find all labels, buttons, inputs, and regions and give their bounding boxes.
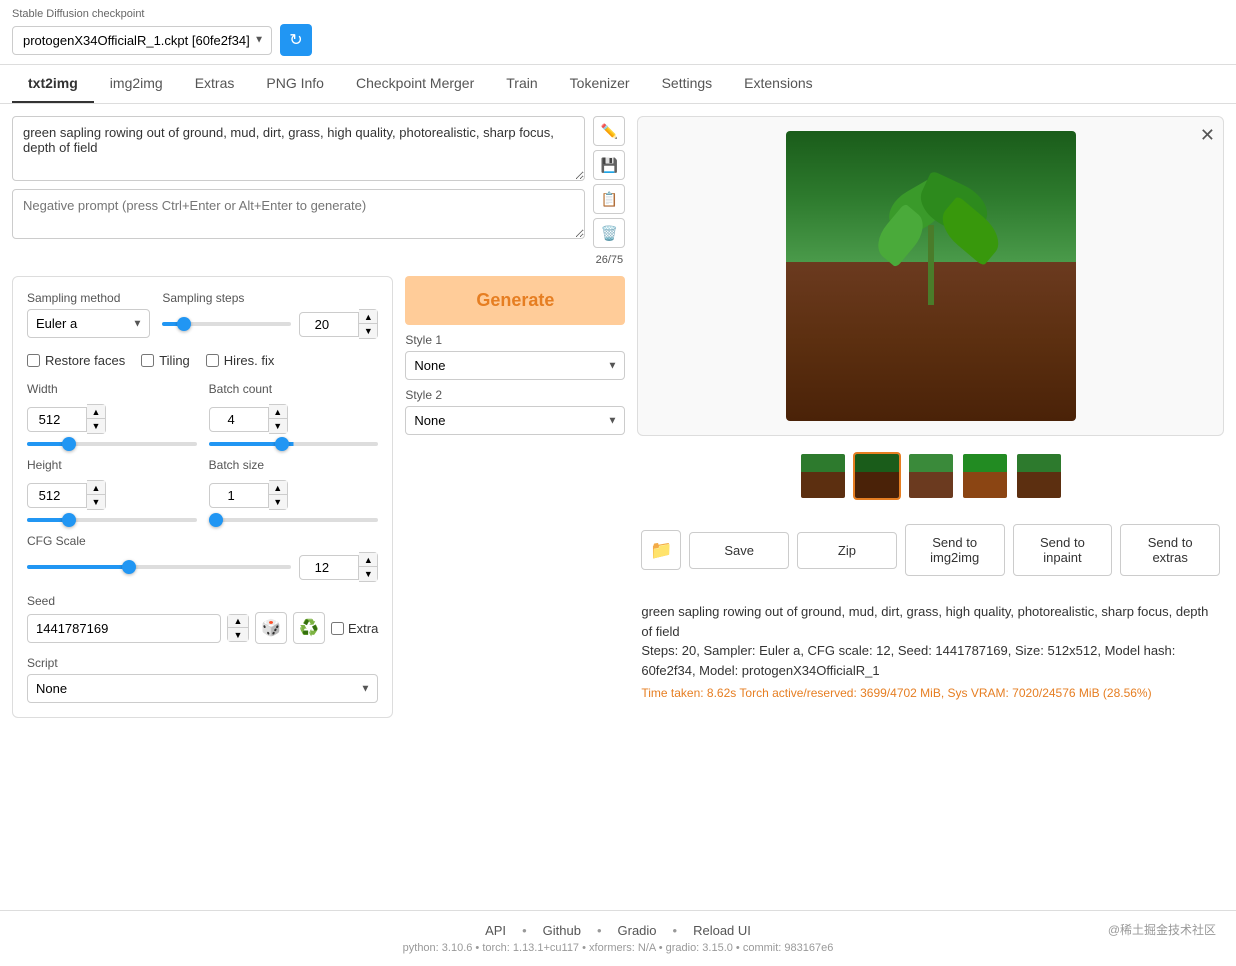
timing-info: Time taken: 8.62s Torch active/reserved:… bbox=[641, 684, 1220, 702]
batch-size-input[interactable] bbox=[209, 483, 269, 508]
checkpoint-label: Stable Diffusion checkpoint bbox=[12, 8, 1224, 20]
height-slider[interactable] bbox=[27, 518, 197, 522]
folder-icon: 📁 bbox=[650, 540, 672, 561]
footer-brand: @稀土掘金技术社区 bbox=[1108, 921, 1216, 938]
seed-down-button[interactable]: ▼ bbox=[228, 628, 248, 641]
restore-faces-checkbox[interactable]: Restore faces bbox=[27, 353, 125, 368]
sampling-method-label: Sampling method bbox=[27, 291, 150, 305]
image-details: Steps: 20, Sampler: Euler a, CFG scale: … bbox=[641, 641, 1220, 680]
batch-count-input[interactable] bbox=[209, 407, 269, 432]
seed-up-button[interactable]: ▲ bbox=[228, 615, 248, 628]
zip-button[interactable]: Zip bbox=[797, 532, 897, 569]
action-buttons: 📁 Save Zip Send to img2img Send to inpai… bbox=[637, 516, 1224, 584]
extra-seed-checkbox[interactable]: Extra bbox=[331, 621, 378, 636]
delete-prompt-button[interactable]: 🗑️ bbox=[593, 218, 625, 248]
sampling-steps-slider[interactable] bbox=[162, 322, 291, 326]
batch-count-down-button[interactable]: ▼ bbox=[269, 419, 287, 433]
batch-count-up-button[interactable]: ▲ bbox=[269, 405, 287, 419]
style2-label: Style 2 bbox=[405, 388, 625, 402]
batch-size-label: Batch size bbox=[209, 458, 379, 472]
tab-bar: txt2img img2img Extras PNG Info Checkpoi… bbox=[0, 65, 1236, 104]
gradio-link[interactable]: Gradio bbox=[618, 923, 657, 938]
thumbnail-3[interactable] bbox=[907, 452, 955, 500]
api-link[interactable]: API bbox=[485, 923, 506, 938]
batch-count-slider[interactable] bbox=[209, 442, 379, 446]
tab-png-info[interactable]: PNG Info bbox=[250, 65, 340, 103]
cfg-down-button[interactable]: ▼ bbox=[359, 567, 377, 581]
style1-label: Style 1 bbox=[405, 333, 625, 347]
sampling-steps-input[interactable] bbox=[299, 312, 359, 337]
image-info: green sapling rowing out of ground, mud,… bbox=[637, 594, 1224, 710]
negative-prompt[interactable] bbox=[12, 189, 585, 239]
script-label: Script bbox=[27, 656, 378, 670]
positive-prompt[interactable] bbox=[12, 116, 585, 181]
sampling-method-select[interactable]: Euler a bbox=[27, 309, 150, 338]
tab-txt2img[interactable]: txt2img bbox=[12, 65, 94, 103]
save-prompt-button[interactable]: 💾 bbox=[593, 150, 625, 180]
batch-size-up-button[interactable]: ▲ bbox=[269, 481, 287, 495]
tab-extras[interactable]: Extras bbox=[179, 65, 251, 103]
save-button[interactable]: Save bbox=[689, 532, 789, 569]
seed-dice-button[interactable]: 🎲 bbox=[255, 612, 287, 644]
tab-tokenizer[interactable]: Tokenizer bbox=[554, 65, 646, 103]
checkpoint-select[interactable]: protogenX34OfficialR_1.ckpt [60fe2f34] bbox=[12, 26, 272, 55]
width-label: Width bbox=[27, 382, 197, 396]
steps-down-button[interactable]: ▼ bbox=[359, 324, 377, 338]
token-counter: 26/75 bbox=[596, 254, 624, 266]
width-slider[interactable] bbox=[27, 442, 197, 446]
image-display: ✕ bbox=[637, 116, 1224, 436]
height-down-button[interactable]: ▼ bbox=[87, 495, 105, 509]
tab-img2img[interactable]: img2img bbox=[94, 65, 179, 103]
sampling-steps-label: Sampling steps bbox=[162, 291, 378, 305]
paste-prompt-button[interactable]: 📋 bbox=[593, 184, 625, 214]
tab-extensions[interactable]: Extensions bbox=[728, 65, 828, 103]
seed-label: Seed bbox=[27, 594, 378, 608]
image-description: green sapling rowing out of ground, mud,… bbox=[641, 602, 1220, 641]
thumbnails-row bbox=[637, 446, 1224, 506]
thumbnail-1[interactable] bbox=[799, 452, 847, 500]
send-img2img-button[interactable]: Send to img2img bbox=[905, 524, 1005, 576]
tab-train[interactable]: Train bbox=[490, 65, 553, 103]
thumbnail-4[interactable] bbox=[961, 452, 1009, 500]
style1-select[interactable]: None bbox=[405, 351, 625, 380]
tab-checkpoint-merger[interactable]: Checkpoint Merger bbox=[340, 65, 490, 103]
height-input[interactable] bbox=[27, 483, 87, 508]
batch-size-slider[interactable] bbox=[209, 518, 379, 522]
send-extras-button[interactable]: Send to extras bbox=[1120, 524, 1220, 576]
reload-ui-link[interactable]: Reload UI bbox=[693, 923, 751, 938]
batch-count-label: Batch count bbox=[209, 382, 379, 396]
refresh-icon: ↻ bbox=[289, 30, 302, 50]
height-label: Height bbox=[27, 458, 197, 472]
refresh-button[interactable]: ↻ bbox=[280, 24, 312, 56]
send-inpaint-button[interactable]: Send to inpaint bbox=[1013, 524, 1113, 576]
steps-up-button[interactable]: ▲ bbox=[359, 310, 377, 324]
width-up-button[interactable]: ▲ bbox=[87, 405, 105, 419]
cfg-scale-slider[interactable] bbox=[27, 565, 291, 569]
generate-button[interactable]: Generate bbox=[405, 276, 625, 325]
width-down-button[interactable]: ▼ bbox=[87, 419, 105, 433]
thumbnail-5[interactable] bbox=[1015, 452, 1063, 500]
script-select[interactable]: None bbox=[27, 674, 378, 703]
tab-settings[interactable]: Settings bbox=[646, 65, 729, 103]
edit-prompt-button[interactable]: ✏️ bbox=[593, 116, 625, 146]
cfg-up-button[interactable]: ▲ bbox=[359, 553, 377, 567]
close-image-button[interactable]: ✕ bbox=[1200, 125, 1215, 146]
cfg-scale-label: CFG Scale bbox=[27, 534, 378, 548]
width-input[interactable] bbox=[27, 407, 87, 432]
hires-fix-checkbox[interactable]: Hires. fix bbox=[206, 353, 275, 368]
thumbnail-2[interactable] bbox=[853, 452, 901, 500]
tiling-checkbox[interactable]: Tiling bbox=[141, 353, 190, 368]
open-folder-button[interactable]: 📁 bbox=[641, 530, 681, 570]
seed-input[interactable] bbox=[27, 614, 221, 643]
github-link[interactable]: Github bbox=[543, 923, 581, 938]
style2-select[interactable]: None bbox=[405, 406, 625, 435]
cfg-scale-input[interactable] bbox=[299, 555, 359, 580]
footer-meta: python: 3.10.6 • torch: 1.13.1+cu117 • x… bbox=[12, 942, 1224, 954]
batch-size-down-button[interactable]: ▼ bbox=[269, 495, 287, 509]
generated-image bbox=[786, 131, 1076, 421]
seed-recycle-button[interactable]: ♻️ bbox=[293, 612, 325, 644]
height-up-button[interactable]: ▲ bbox=[87, 481, 105, 495]
